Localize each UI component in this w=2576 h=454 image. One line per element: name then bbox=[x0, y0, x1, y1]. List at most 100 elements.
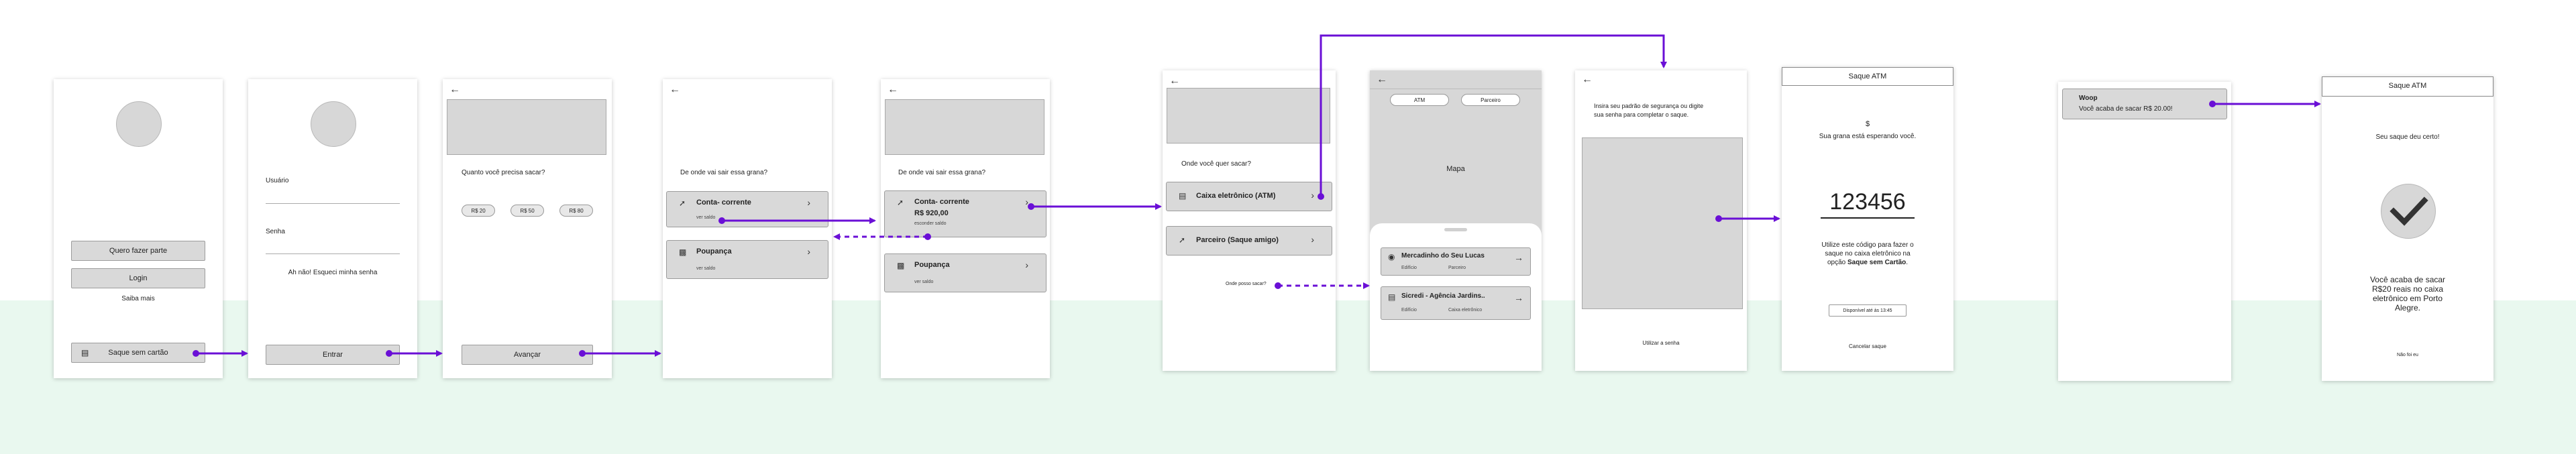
login-button[interactable]: Login bbox=[71, 268, 205, 288]
partner-icon: ➚ bbox=[1179, 235, 1186, 245]
savings-icon: ▩ bbox=[679, 247, 687, 257]
atm-icon: ▤ bbox=[1388, 292, 1396, 302]
back-arrow-icon[interactable]: ← bbox=[888, 84, 898, 95]
amount-chip-50[interactable]: R$ 50 bbox=[511, 205, 544, 217]
atm-icon: ▤ bbox=[81, 348, 89, 357]
location-building: Edifício bbox=[1401, 308, 1417, 313]
cancel-withdraw-link[interactable]: Cancelar saque bbox=[1782, 343, 1953, 349]
filter-atm-chip[interactable]: ATM bbox=[1390, 94, 1449, 106]
savings-card[interactable]: ▩ Poupança ver saldo › bbox=[884, 253, 1046, 292]
sheet-handle[interactable] bbox=[1444, 228, 1467, 231]
success-message-2: R$20 reais no caixa bbox=[2371, 284, 2444, 294]
withdraw-without-card-button[interactable]: ▤ Saque sem cartão bbox=[71, 343, 205, 363]
location-building: Edifício bbox=[1401, 266, 1417, 270]
where-can-i-withdraw-link[interactable]: Onde posso sacar? bbox=[1226, 282, 1267, 286]
use-password-link[interactable]: Utilizar a senha bbox=[1575, 340, 1747, 346]
go-arrow-icon: → bbox=[1514, 292, 1523, 303]
partner-option-label: Parceiro (Saque amigo) bbox=[1196, 236, 1279, 244]
partner-option-card[interactable]: ➚ Parceiro (Saque amigo) › bbox=[1166, 226, 1332, 256]
code-info-3: opção Saque sem Cartão. bbox=[1782, 259, 1953, 266]
success-message-3: eletrônico em Porto bbox=[2372, 294, 2443, 303]
savings-label: Poupança bbox=[914, 261, 950, 269]
locations-sheet: ◉ Mercadinho do Seu Lucas Edifício Parce… bbox=[1370, 223, 1542, 371]
code-underline bbox=[1821, 217, 1915, 219]
screen-account: ← De onde vai sair essa grana? ➚ Conta- … bbox=[663, 79, 832, 378]
savings-label: Poupança bbox=[696, 247, 732, 256]
back-arrow-icon[interactable]: ← bbox=[1377, 74, 1387, 85]
amount-chip-80[interactable]: R$ 80 bbox=[559, 205, 593, 217]
chevron-right-icon: › bbox=[1025, 260, 1028, 270]
password-field[interactable] bbox=[266, 253, 400, 254]
location-card-atm[interactable]: ▤ Sicredi - Agência Jardins.. Edifício C… bbox=[1381, 286, 1531, 320]
checking-account-label: Conta- corrente bbox=[696, 198, 751, 207]
location-card-partner[interactable]: ◉ Mercadinho do Seu Lucas Edifício Parce… bbox=[1381, 247, 1531, 276]
savings-card[interactable]: ▩ Poupança ver saldo › bbox=[666, 240, 828, 279]
learn-more-link[interactable]: Saiba mais bbox=[71, 295, 205, 302]
success-message-1: Você acaba de sacar bbox=[2369, 275, 2446, 284]
screen-security: ← Insira seu padrão de segurança ou digi… bbox=[1575, 70, 1747, 371]
location-name: Sicredi - Agência Jardins.. bbox=[1401, 292, 1485, 300]
chevron-right-icon: › bbox=[1311, 190, 1314, 201]
availability-badge: Disponível até às 13:45 bbox=[1829, 304, 1907, 317]
screen-code: Saque ATM $ Sua grana está esperando voc… bbox=[1782, 67, 1953, 371]
chevron-right-icon: › bbox=[807, 197, 810, 208]
not-me-link[interactable]: Não foi eu bbox=[2322, 353, 2493, 357]
atm-option-label: Caixa eletrônico (ATM) bbox=[1196, 192, 1276, 200]
atm-icon: ▤ bbox=[1179, 191, 1187, 201]
forgot-password-link[interactable]: Ah não! Esqueci minha senha bbox=[266, 269, 400, 276]
avatar bbox=[311, 101, 356, 147]
security-instruction-2: sua senha para completar o saque. bbox=[1594, 111, 1689, 118]
avatar bbox=[116, 101, 162, 147]
amount-question: Quanto você precisa sacar? bbox=[462, 169, 545, 176]
chevron-right-icon: › bbox=[1025, 196, 1028, 207]
location-name: Mercadinho do Seu Lucas bbox=[1401, 252, 1485, 260]
trend-icon: ➚ bbox=[897, 198, 904, 207]
source-question: De onde vai sair essa grana? bbox=[898, 169, 986, 176]
username-field[interactable] bbox=[266, 203, 400, 204]
hide-balance-link[interactable]: esconder saldo bbox=[914, 221, 946, 226]
view-balance-link[interactable]: ver saldo bbox=[914, 280, 933, 284]
filter-partner-chip[interactable]: Parceiro bbox=[1461, 94, 1520, 106]
enter-button[interactable]: Entrar bbox=[266, 345, 400, 365]
code-info-3c: . bbox=[1906, 259, 1909, 266]
view-balance-link[interactable]: ver saldo bbox=[696, 266, 715, 271]
push-notification[interactable]: Woop Você acaba de sacar R$ 20.00! bbox=[2062, 89, 2227, 119]
password-label: Senha bbox=[266, 228, 285, 235]
money-icon: $ bbox=[1865, 120, 1870, 128]
store-icon: ◉ bbox=[1388, 252, 1395, 262]
advance-button[interactable]: Avançar bbox=[462, 345, 593, 365]
chevron-right-icon: › bbox=[1311, 234, 1314, 245]
checking-account-label: Conta- corrente bbox=[914, 198, 969, 206]
success-title: Seu saque deu certo! bbox=[2375, 133, 2440, 141]
amount-chip-20[interactable]: R$ 20 bbox=[462, 205, 495, 217]
chevron-right-icon: › bbox=[807, 246, 810, 257]
screen-account-balance: ← De onde vai sair essa grana? ➚ Conta- … bbox=[881, 79, 1050, 378]
screen-login: Usuário Senha Ah não! Esqueci minha senh… bbox=[248, 79, 417, 378]
screen-amount: ← Quanto você precisa sacar? R$ 20 R$ 50… bbox=[443, 79, 612, 378]
screen-map: ← ATM Parceiro Mapa ◉ Mercadinho do Seu … bbox=[1370, 70, 1542, 371]
screen-success: Saque ATM Seu saque deu certo! Você acab… bbox=[2322, 76, 2493, 381]
view-balance-link[interactable]: ver saldo bbox=[696, 215, 715, 220]
go-arrow-icon: → bbox=[1514, 252, 1523, 263]
back-arrow-icon[interactable]: ← bbox=[1582, 74, 1593, 85]
code-info-1: Utilize este código para fazer o bbox=[1821, 241, 1914, 249]
back-arrow-icon[interactable]: ← bbox=[449, 84, 460, 95]
trend-icon: ➚ bbox=[679, 198, 686, 208]
notification-text: Você acaba de sacar R$ 20.00! bbox=[2079, 105, 2173, 113]
join-button[interactable]: Quero fazer parte bbox=[71, 241, 205, 261]
security-instruction: Insira seu padrão de segurança ou digite bbox=[1594, 103, 1704, 109]
withdraw-without-card-label: Saque sem cartão bbox=[108, 349, 168, 357]
back-arrow-icon[interactable]: ← bbox=[1169, 76, 1180, 87]
back-arrow-icon[interactable]: ← bbox=[669, 84, 680, 95]
success-message-4: Alegre. bbox=[2394, 303, 2421, 313]
screen-welcome: Quero fazer parte Login Saiba mais ▤ Saq… bbox=[54, 79, 223, 378]
checking-account-card[interactable]: ➚ Conta- corrente R$ 920,00 esconder sal… bbox=[884, 190, 1046, 237]
map-label: Mapa bbox=[1446, 165, 1465, 173]
checking-account-card[interactable]: ➚ Conta- corrente ver saldo › bbox=[666, 191, 828, 227]
username-label: Usuário bbox=[266, 177, 289, 184]
pattern-pad[interactable] bbox=[1582, 137, 1743, 309]
atm-option-card[interactable]: ▤ Caixa eletrônico (ATM) › bbox=[1166, 182, 1332, 211]
location-type: Parceiro bbox=[1448, 266, 1466, 270]
withdraw-code: 123456 bbox=[1829, 189, 1906, 215]
code-info-2: saque no caixa eletrônico na bbox=[1825, 250, 1911, 258]
